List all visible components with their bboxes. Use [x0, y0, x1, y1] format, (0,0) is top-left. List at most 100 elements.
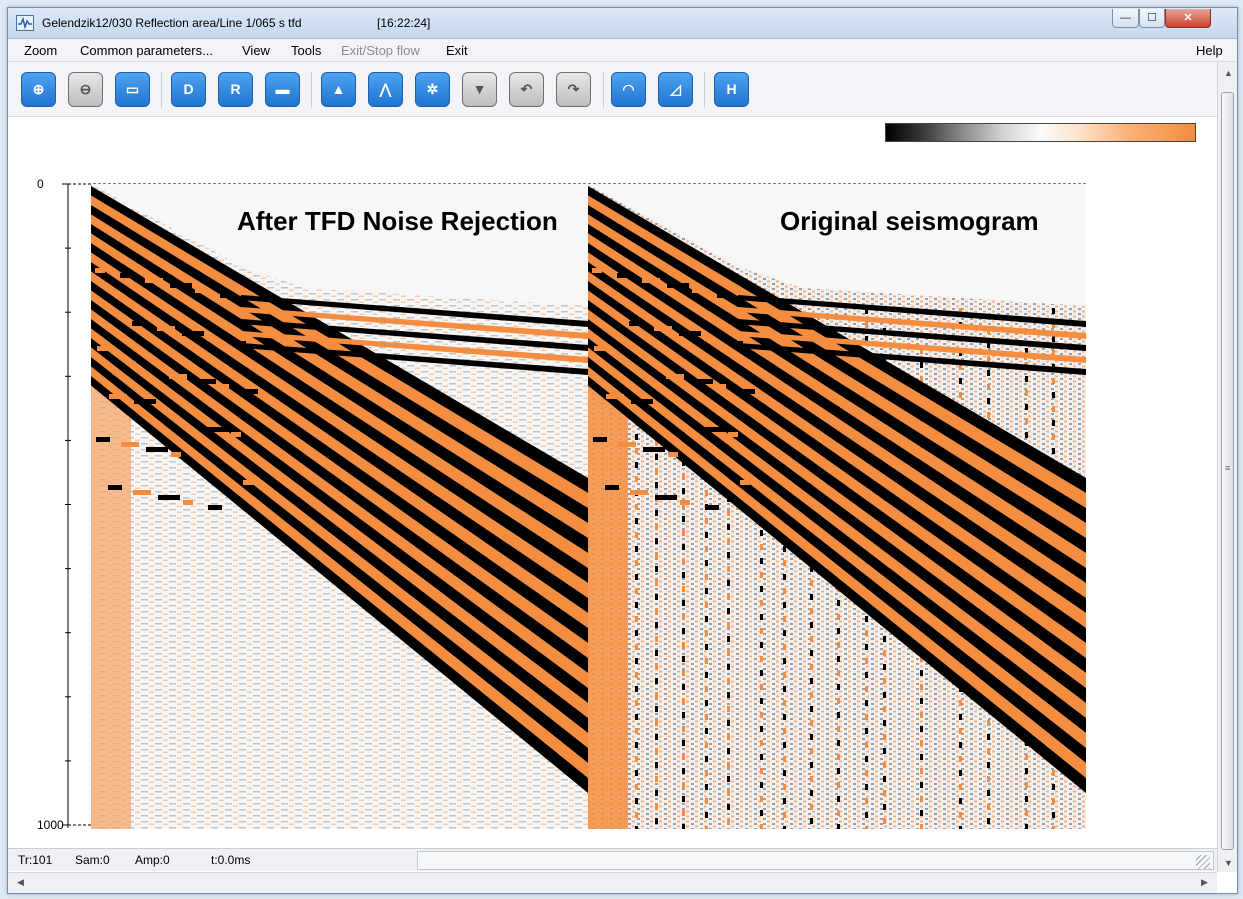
scatter-blob — [666, 374, 684, 379]
noise-trace-segment — [635, 504, 638, 510]
noise-trace-segment — [655, 734, 658, 740]
vertical-scroll-thumb[interactable]: ≡ — [1221, 92, 1234, 850]
noise-trace-segment — [635, 826, 638, 829]
noise-trace-segment — [883, 706, 886, 712]
menu-tools[interactable]: Tools — [291, 43, 321, 58]
noise-trace-segment — [810, 622, 813, 628]
scroll-left-icon[interactable]: ◀ — [17, 877, 24, 888]
noise-trace-segment — [727, 538, 730, 544]
undo-button[interactable]: ↶ — [509, 72, 544, 107]
menu-exit-stop-flow[interactable]: Exit/Stop flow — [341, 43, 420, 58]
filter-icon: ◿ — [670, 81, 681, 97]
noise-trace-segment — [682, 544, 685, 550]
noise-trace-segment — [1052, 770, 1055, 776]
menu-exit[interactable]: Exit — [446, 43, 468, 58]
noise-trace-segment — [810, 594, 813, 600]
noise-trace-segment — [655, 594, 658, 600]
scatter-blob — [716, 384, 726, 389]
header-h-button[interactable]: H — [714, 72, 749, 107]
noise-trace-segment — [682, 530, 685, 536]
noise-trace-segment — [705, 770, 708, 776]
gain-db-up-icon: ▲ — [331, 81, 346, 97]
gain-db-down-button[interactable]: ▼ — [462, 72, 497, 107]
undo-icon: ↶ — [520, 81, 533, 97]
menu-common-parameters[interactable]: Common parameters... — [80, 43, 213, 58]
noise-trace-segment — [987, 412, 990, 418]
close-button[interactable]: ✕ — [1165, 9, 1211, 28]
filter-button[interactable]: ◿ — [658, 72, 693, 107]
seismogram-plot[interactable]: 0 1000 After TFD Noise Rejection Origina… — [15, 177, 1095, 838]
noise-trace-segment — [959, 728, 962, 734]
noise-trace-segment — [810, 664, 813, 670]
scroll-right-icon[interactable]: ▶ — [1201, 877, 1208, 888]
noise-trace-segment — [783, 728, 786, 734]
gain-db-up-button[interactable]: ▲ — [321, 72, 356, 107]
toolbar-separator — [161, 72, 162, 108]
toggle-button[interactable]: ▬ — [265, 72, 300, 107]
noise-trace-segment — [760, 600, 763, 606]
noise-trace-segment — [865, 630, 868, 636]
scroll-down-icon[interactable]: ▼ — [1224, 858, 1233, 868]
noise-trace-segment — [727, 776, 730, 782]
noise-trace-segment — [1025, 754, 1028, 760]
zoom-out-button[interactable]: ⊖ — [68, 72, 103, 107]
noise-trace-segment — [959, 798, 962, 804]
noise-trace-segment — [1025, 796, 1028, 802]
resize-grip-icon[interactable] — [1196, 855, 1210, 869]
zoom-fit-button[interactable]: ▭ — [115, 72, 150, 107]
noise-trace-segment — [1025, 782, 1028, 788]
scatter-blob — [606, 394, 624, 399]
noise-trace-segment — [987, 804, 990, 810]
noise-trace-segment — [883, 636, 886, 642]
scroll-up-icon[interactable]: ▲ — [1224, 68, 1233, 78]
display-d-button[interactable]: D — [171, 72, 206, 107]
scatter-blob — [593, 437, 607, 442]
noise-trace-segment — [1052, 378, 1055, 384]
noise-trace-segment — [635, 756, 638, 762]
noise-trace-segment — [865, 798, 868, 804]
menu-view[interactable]: View — [242, 43, 270, 58]
noise-trace-segment — [655, 776, 658, 782]
zoom-in-button[interactable]: ⊕ — [21, 72, 56, 107]
noise-trace-segment — [682, 488, 685, 494]
noise-trace-segment — [920, 782, 923, 788]
scatter-blob — [705, 505, 719, 510]
scatter-blob — [183, 500, 193, 505]
horizontal-scrollbar[interactable]: ◀ ▶ — [8, 872, 1217, 893]
noise-trace-segment — [655, 706, 658, 712]
noise-trace-segment — [783, 812, 786, 818]
redo-button[interactable]: ↷ — [556, 72, 591, 107]
vertical-scrollbar[interactable]: ▲ ≡ ▼ — [1217, 62, 1237, 872]
noise-trace-segment — [655, 636, 658, 642]
maximize-button[interactable]: ☐ — [1139, 9, 1165, 28]
noise-trace-segment — [705, 784, 708, 790]
scatter-blob — [704, 336, 714, 341]
noise-trace-segment — [682, 642, 685, 648]
toolbar-separator — [603, 72, 604, 108]
noise-trace-segment — [655, 650, 658, 656]
noise-trace-segment — [1025, 376, 1028, 382]
noise-trace-segment — [705, 518, 708, 524]
pick-line-button[interactable]: ⋀ — [368, 72, 403, 107]
noise-trace-segment — [705, 532, 708, 538]
noise-trace-segment — [727, 678, 730, 684]
title-bar[interactable]: Gelendzik12/030 Reflection area/Line 1/0… — [8, 8, 1237, 39]
noise-trace-segment — [865, 826, 868, 829]
spectrum-button[interactable]: ◠ — [611, 72, 646, 107]
noise-trace-segment — [783, 742, 786, 748]
noise-trace-segment — [837, 824, 840, 829]
noise-trace-segment — [705, 714, 708, 720]
scatter-blob — [134, 399, 156, 404]
minimize-button[interactable]: — — [1112, 9, 1139, 28]
noise-trace-segment — [987, 384, 990, 390]
display-r-button[interactable]: R — [218, 72, 253, 107]
settings-gear-button[interactable]: ✲ — [415, 72, 450, 107]
display-d-icon: D — [183, 81, 194, 97]
menu-help[interactable]: Help — [1196, 43, 1223, 58]
noise-trace-segment — [987, 734, 990, 740]
noise-trace-segment — [727, 580, 730, 586]
menu-zoom[interactable]: Zoom — [24, 43, 57, 58]
noise-trace-segment — [655, 552, 658, 558]
toggle-icon: ▬ — [275, 81, 290, 97]
noise-trace-segment — [783, 630, 786, 636]
